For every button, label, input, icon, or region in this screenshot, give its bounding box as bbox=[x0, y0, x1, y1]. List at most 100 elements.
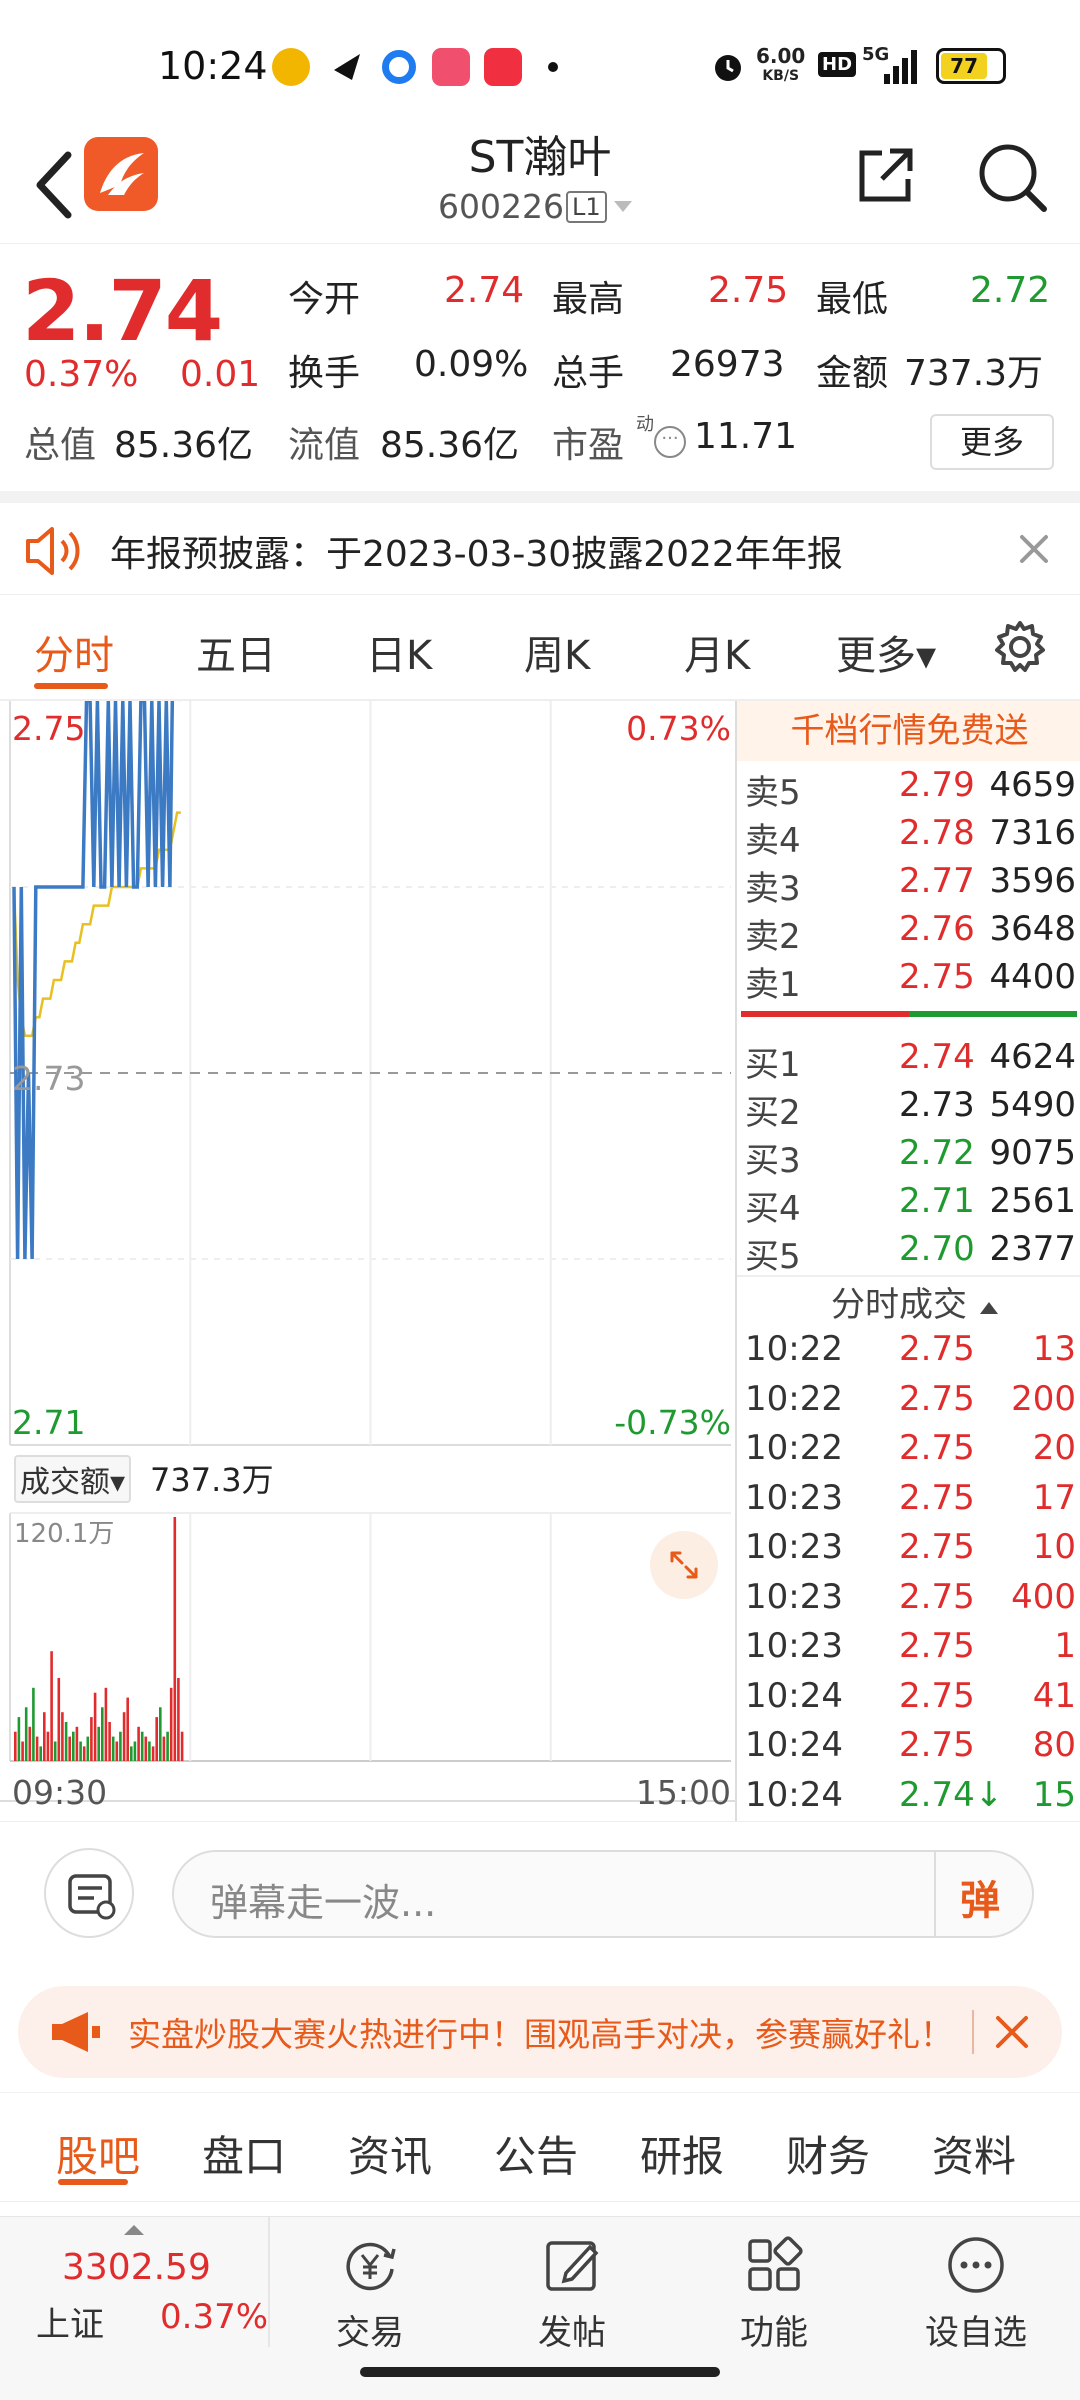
bid-row[interactable]: 买1 2.74 4624 bbox=[737, 1037, 1080, 1085]
volume-bar bbox=[169, 1687, 173, 1761]
index-ticker[interactable]: 3302.59 上证 0.37% bbox=[0, 2217, 270, 2347]
tick-row[interactable]: 10:22 2.75 13 bbox=[737, 1329, 1080, 1377]
tick-row[interactable]: 10:24 2.74↓ 15 bbox=[737, 1775, 1080, 1823]
tick-time: 10:24 bbox=[745, 1725, 843, 1765]
ask-row[interactable]: 卖2 2.76 3648 bbox=[737, 909, 1080, 957]
stock-name: ST瀚叶 bbox=[468, 132, 612, 183]
tab-financials[interactable]: 财务 bbox=[786, 2123, 870, 2184]
intraday-chart[interactable]: 2.75 0.73% 2.73 2.71 -0.73% 成交额▾ 737.3万 … bbox=[0, 701, 735, 1821]
index-value: 3302.59 bbox=[62, 2247, 211, 2288]
post-button[interactable]: 发帖 bbox=[502, 2233, 642, 2354]
close-icon[interactable] bbox=[994, 2014, 1030, 2050]
tick-row[interactable]: 10:22 2.75 20 bbox=[737, 1428, 1080, 1476]
index-percent: 0.37% bbox=[160, 2297, 269, 2337]
tab-more[interactable]: 更多▾ bbox=[836, 623, 936, 681]
status-bar: 10:24 6.00 KB/S HD 5G 77 bbox=[0, 0, 1080, 135]
bid-row[interactable]: 买2 2.73 5490 bbox=[737, 1085, 1080, 1133]
level-label: 卖3 bbox=[745, 869, 801, 909]
functions-button[interactable]: 功能 bbox=[704, 2233, 844, 2354]
level-qty: 4659 bbox=[989, 765, 1076, 805]
tab-research[interactable]: 研报 bbox=[640, 2123, 724, 2184]
volume-total: 737.3万 bbox=[150, 1461, 274, 1499]
level-price: 2.73 bbox=[899, 1085, 975, 1125]
tab-news[interactable]: 资讯 bbox=[348, 2123, 432, 2184]
bid-row[interactable]: 买5 2.70 2377 bbox=[737, 1229, 1080, 1277]
tab-5day[interactable]: 五日 bbox=[196, 623, 276, 681]
level-price: 2.72 bbox=[899, 1133, 975, 1173]
tick-row[interactable]: 10:23 2.75 10 bbox=[737, 1527, 1080, 1575]
tick-qty: 15 bbox=[1032, 1774, 1076, 1815]
tick-row[interactable]: 10:23 2.75 400 bbox=[737, 1577, 1080, 1625]
high-value: 2.75 bbox=[708, 270, 789, 311]
trade-button[interactable]: 交易 bbox=[300, 2233, 440, 2354]
danmaku-toggle-button[interactable]: 弹 bbox=[960, 1868, 1000, 1926]
tick-price: 2.75 bbox=[899, 1329, 975, 1369]
volume-bar bbox=[64, 1722, 68, 1761]
tab-pankou[interactable]: 盘口 bbox=[202, 2123, 286, 2184]
price-axis-mid: 2.73 bbox=[12, 1059, 86, 1098]
volume-bar bbox=[140, 1731, 144, 1761]
level-label: 卖4 bbox=[745, 821, 801, 861]
bid-strength-bar bbox=[909, 1011, 1077, 1017]
tab-intraday[interactable]: 分时 bbox=[34, 623, 114, 681]
tick-price: 2.75 bbox=[899, 1378, 975, 1419]
notice-bar[interactable]: 年报预披露：于2023-03-30披露2022年年报 bbox=[0, 491, 1080, 595]
tick-row[interactable]: 10:23 2.75 1 bbox=[737, 1626, 1080, 1674]
ask-row[interactable]: 卖4 2.78 7316 bbox=[737, 813, 1080, 861]
price-axis-top: 2.75 bbox=[12, 709, 86, 748]
volume-metric-select[interactable]: 成交额▾ bbox=[14, 1455, 132, 1503]
promo-divider bbox=[972, 2010, 974, 2054]
grid-icon bbox=[748, 2236, 803, 2291]
bid-row[interactable]: 买4 2.71 2561 bbox=[737, 1181, 1080, 1229]
ask-row[interactable]: 卖1 2.75 4400 bbox=[737, 957, 1080, 1005]
tab-profile[interactable]: 资料 bbox=[932, 2123, 1016, 2184]
notice-text: 年报预披露：于2023-03-30披露2022年年报 bbox=[110, 534, 843, 575]
tick-row[interactable]: 10:23 2.75 17 bbox=[737, 1478, 1080, 1526]
level-label: 买4 bbox=[745, 1189, 801, 1229]
volume-bar bbox=[122, 1712, 126, 1761]
level-qty: 5490 bbox=[989, 1085, 1076, 1125]
close-icon[interactable] bbox=[1016, 531, 1052, 567]
tab-daily-k[interactable]: 日K bbox=[366, 623, 432, 681]
tick-time: 10:24 bbox=[745, 1675, 843, 1716]
search-icon[interactable] bbox=[974, 139, 1050, 215]
bid-row[interactable]: 买3 2.72 9075 bbox=[737, 1133, 1080, 1181]
tick-trades-title[interactable]: 分时成交 bbox=[831, 1277, 1000, 1326]
level-label: 买1 bbox=[745, 1045, 801, 1085]
volume-bar bbox=[86, 1736, 90, 1761]
level-price: 2.77 bbox=[899, 861, 975, 901]
home-indicator[interactable] bbox=[360, 2367, 720, 2377]
music-app-icon bbox=[432, 48, 470, 86]
level-dropdown-icon[interactable] bbox=[612, 199, 634, 219]
more-button[interactable]: 更多 bbox=[930, 414, 1054, 470]
level-badge[interactable]: L1 bbox=[566, 191, 607, 223]
tick-row[interactable]: 10:22 2.75 200 bbox=[737, 1379, 1080, 1427]
gear-icon[interactable] bbox=[992, 619, 1048, 675]
tab-guba[interactable]: 股吧 bbox=[56, 2123, 140, 2184]
promo-banner[interactable]: 实盘炒股大赛火热进行中！围观高手对决，参赛赢好礼！ bbox=[18, 1986, 1062, 2078]
orderbook-promo-header[interactable]: 千档行情免费送 bbox=[737, 701, 1080, 761]
level-label: 卖2 bbox=[745, 917, 801, 957]
tick-row[interactable]: 10:24 2.75 80 bbox=[737, 1725, 1080, 1773]
level-price: 2.75 bbox=[899, 957, 975, 997]
open-label: 今开 bbox=[288, 279, 361, 320]
danmaku-input[interactable]: 弹幕走一波... 弹 bbox=[172, 1850, 1034, 1938]
add-watchlist-button[interactable]: 设自选 bbox=[906, 2233, 1046, 2354]
ellipsis-icon[interactable]: ··· bbox=[654, 426, 686, 458]
ask-row[interactable]: 卖5 2.79 4659 bbox=[737, 765, 1080, 813]
tab-weekly-k[interactable]: 周K bbox=[524, 623, 590, 681]
volume-bar bbox=[53, 1741, 57, 1761]
ask-row[interactable]: 卖3 2.77 3596 bbox=[737, 861, 1080, 909]
caret-up-icon bbox=[979, 1302, 998, 1314]
tab-monthly-k[interactable]: 月K bbox=[684, 623, 750, 681]
video-app-icon bbox=[484, 48, 522, 86]
pe-superscript: 动 bbox=[636, 414, 654, 435]
share-icon[interactable] bbox=[852, 143, 918, 209]
expand-icon[interactable] bbox=[650, 1531, 718, 1599]
mktcap-label: 总值 bbox=[24, 425, 97, 466]
volume-bar bbox=[14, 1731, 17, 1761]
tick-row[interactable]: 10:24 2.75 41 bbox=[737, 1676, 1080, 1724]
level-qty: 4400 bbox=[989, 957, 1076, 997]
danmaku-settings-icon[interactable] bbox=[44, 1848, 134, 1938]
tab-announcements[interactable]: 公告 bbox=[494, 2123, 578, 2184]
